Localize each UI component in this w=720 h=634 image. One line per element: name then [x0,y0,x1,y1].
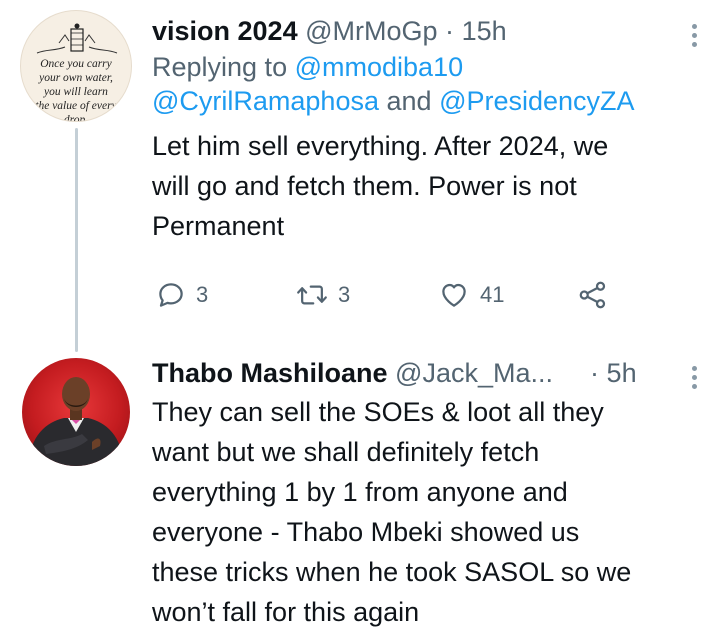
more-options-icon[interactable] [692,24,698,47]
reply-count: 3 [196,282,209,307]
tweet-header: vision 2024 @MrMoGp · 15h [152,14,696,48]
like-count: 41 [480,282,505,307]
replying-to: Replying to @mmodiba10 @CyrilRamaphosa a… [152,50,696,118]
like-button[interactable]: 41 [438,280,504,310]
tweet-actions: 3 3 41 [152,280,632,320]
display-name[interactable]: Thabo Mashiloane [152,358,388,388]
profile-photo-icon [28,377,124,466]
share-button[interactable] [578,280,608,310]
mention-link[interactable]: @PresidencyZA [439,86,634,116]
user-avatar[interactable]: Once you carry your own water, you will … [20,10,132,122]
tweet-time[interactable]: 5h [607,358,637,388]
reply-button[interactable]: 3 [156,280,208,310]
share-icon [579,281,606,309]
tweet-text: They can sell the SOEs & loot all they w… [152,397,632,627]
tweet-vision-2024[interactable]: Once you carry your own water, you will … [0,0,720,352]
user-handle[interactable]: @Jack_Ma... [395,358,553,388]
thread-connector-line [75,128,78,352]
quote-avatar-icon [36,23,118,54]
tweet-text: Let him sell everything. After 2024, we … [152,131,609,241]
retweet-icon [297,285,327,305]
display-name[interactable]: vision 2024 [152,16,298,46]
separator: · [445,16,455,46]
reply-icon [159,283,183,307]
user-avatar[interactable] [22,358,130,466]
mention-joiner: and [386,86,432,116]
tweet-thabo-mashiloane[interactable]: Thabo Mashiloane @Jack_Ma... · 5h They c… [0,340,720,634]
more-options-icon[interactable] [692,366,698,389]
user-handle[interactable]: @MrMoGp [305,16,437,46]
replying-prefix: Replying to [152,52,288,82]
avatar-quote-text: Once you carry your own water, you will … [35,58,117,122]
heart-icon [442,283,466,307]
tweet-header: Thabo Mashiloane @Jack_Ma... · 5h [152,356,696,390]
mention-link[interactable]: @mmodiba10 [295,52,464,82]
separator: · [590,358,600,388]
mention-link[interactable]: @CyrilRamaphosa [152,86,379,116]
tweet-time[interactable]: 15h [462,16,507,46]
retweet-count: 3 [338,282,351,307]
retweet-button[interactable]: 3 [296,280,350,310]
